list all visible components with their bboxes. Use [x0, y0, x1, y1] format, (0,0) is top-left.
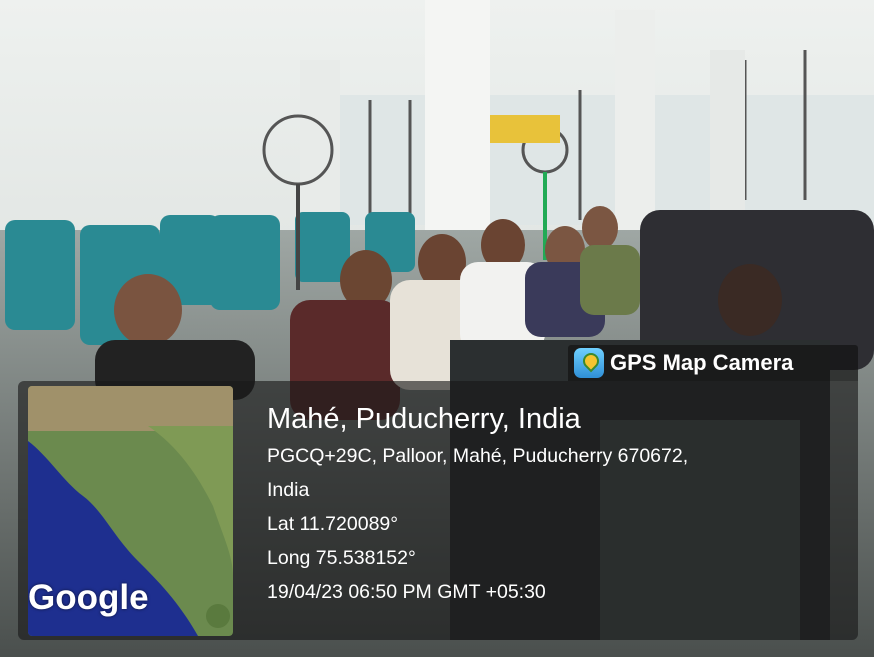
datetime: 19/04/23 06:50 PM GMT +05:30 [267, 581, 546, 603]
address-line-1: PGCQ+29C, Palloor, Mahé, Puducherry 6706… [267, 445, 689, 467]
app-badge: GPS Map Camera [568, 345, 858, 381]
map-pin-icon [574, 348, 604, 378]
map-thumbnail: Google [28, 386, 233, 636]
latitude: Lat 11.720089° [267, 513, 399, 535]
location-title: Mahé, Puducherry, India [267, 403, 581, 435]
app-name: GPS Map Camera [610, 350, 794, 375]
location-info: Mahé, Puducherry, India PGCQ+29C, Palloo… [267, 402, 688, 609]
longitude: Long 75.538152° [267, 547, 416, 569]
map-brand-logo: Google [28, 578, 149, 617]
address-line-2: India [267, 479, 310, 501]
